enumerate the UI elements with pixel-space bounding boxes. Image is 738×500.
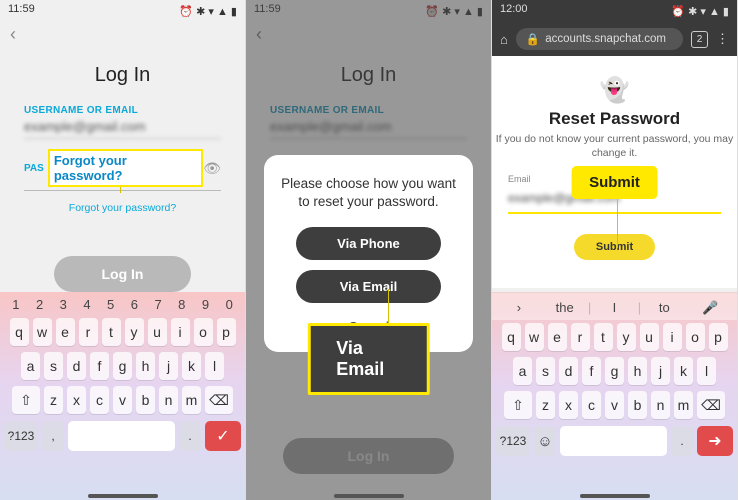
shift-key: ⇧ [12,386,40,414]
home-indicator[interactable] [334,494,404,498]
home-icon[interactable]: ⌂ [500,32,508,47]
submit-callout: Submit [571,166,658,199]
backspace-key: ⌫ [205,386,233,414]
screen-browser-reset: 12:00 ⏰ ✱ ▾ ▲ ▮ ⌂ 🔒 accounts.snapchat.co… [492,0,738,500]
status-bar: 11:59 ⏰ ✱ ▾ ▲ ▮ [0,0,245,22]
symbols-key[interactable]: ?123 [4,421,38,451]
enter-key[interactable]: ✓ [205,421,241,451]
key-row-1[interactable]: qwertyuiop [492,320,737,354]
back-icon[interactable]: ‹ [10,24,16,45]
keyboard[interactable]: › the| I| to 🎤 qwertyuiop asdfghjkl ⇧zxc… [492,292,737,500]
page-title: Reset Password [492,109,737,129]
clock: 12:00 [500,3,528,19]
username-label: USERNAME OR EMAIL [24,105,221,116]
page-title: Log In [24,64,221,87]
status-bar: 12:00 ⏰ ✱ ▾ ▲ ▮ [492,0,737,22]
annotation-line [617,194,618,248]
lock-icon: 🔒 [526,32,540,46]
mic-icon[interactable]: 🎤 [687,300,733,316]
menu-icon[interactable]: ⋮ [716,31,729,47]
symbols-key[interactable]: ?123 [496,426,530,456]
key-row-1[interactable]: qwertyuiop [0,315,245,349]
username-input[interactable]: example@gmail.com [24,116,221,139]
status-icons: ⏰ ✱ ▾ ▲ ▮ [179,3,237,19]
status-icons: ⏰ ✱ ▾ ▲ ▮ [671,3,729,19]
period-key[interactable]: . [179,421,201,451]
password-label: PAS [24,163,44,174]
period-key[interactable]: . [671,426,693,456]
browser-toolbar: ⌂ 🔒 accounts.snapchat.com 2 ⋮ [492,22,737,56]
home-indicator[interactable] [88,494,158,498]
snapchat-logo-icon: 👻 [492,76,737,105]
key-row-2[interactable]: asdfghjkl [492,354,737,388]
key-row-bottom[interactable]: ?123 , . ✓ [0,417,245,455]
forgot-password-link[interactable]: Forgot your password? [24,202,221,214]
url-text: accounts.snapchat.com [545,33,666,45]
key-row-3[interactable]: ⇧zxcvbnm⌫ [0,383,245,417]
key-row-3[interactable]: ⇧zxcvbnm⌫ [492,388,737,422]
via-email-button[interactable]: Via Email [296,270,441,303]
enter-key[interactable]: ➜ [697,426,733,456]
forgot-password-callout: Forgot your password? [48,149,203,187]
login-form: Log In USERNAME OR EMAIL example@gmail.c… [0,46,245,308]
header: ‹ [0,22,245,46]
expand-icon[interactable]: › [496,300,542,315]
screen-login: 11:59 ⏰ ✱ ▾ ▲ ▮ ‹ Log In USERNAME OR EMA… [0,0,246,500]
visibility-icon[interactable]: 👁 [203,160,221,177]
space-key[interactable] [560,426,667,456]
key-row-bottom[interactable]: ?123 ☺ . ➜ [492,422,737,460]
suggestion[interactable]: to [641,300,687,315]
shift-key: ⇧ [504,391,532,419]
screen-reset-modal: 11:59⏰ ✱ ▾ ▲ ▮ ‹ Log In USERNAME OR EMAI… [246,0,492,500]
clock: 11:59 [8,3,35,19]
login-button[interactable]: Log In [54,256,192,292]
url-bar[interactable]: 🔒 accounts.snapchat.com [516,28,683,50]
key-row-2[interactable]: asdfghjkl [0,349,245,383]
keyboard[interactable]: 1234567890 qwertyuiop asdfghjkl ⇧zxcvbnm… [0,292,245,500]
via-phone-button[interactable]: Via Phone [296,227,441,260]
submit-button[interactable]: Submit [574,234,655,260]
backspace-key: ⌫ [697,391,725,419]
via-email-callout: Via Email [307,323,430,395]
page-subtitle: If you do not know your current password… [492,133,737,160]
tabs-button[interactable]: 2 [691,31,708,48]
home-indicator[interactable] [580,494,650,498]
comma-key[interactable]: , [42,421,64,451]
emoji-key[interactable]: ☺ [534,426,556,456]
password-row[interactable]: PAS Forgot your password? 👁 [24,149,221,191]
suggestion[interactable]: I [592,300,638,315]
suggestion[interactable]: the [542,300,588,315]
modal-message: Please choose how you want to reset your… [278,175,459,211]
number-row[interactable]: 1234567890 [0,292,245,315]
suggestion-row[interactable]: › the| I| to 🎤 [492,292,737,320]
space-key[interactable] [68,421,175,451]
